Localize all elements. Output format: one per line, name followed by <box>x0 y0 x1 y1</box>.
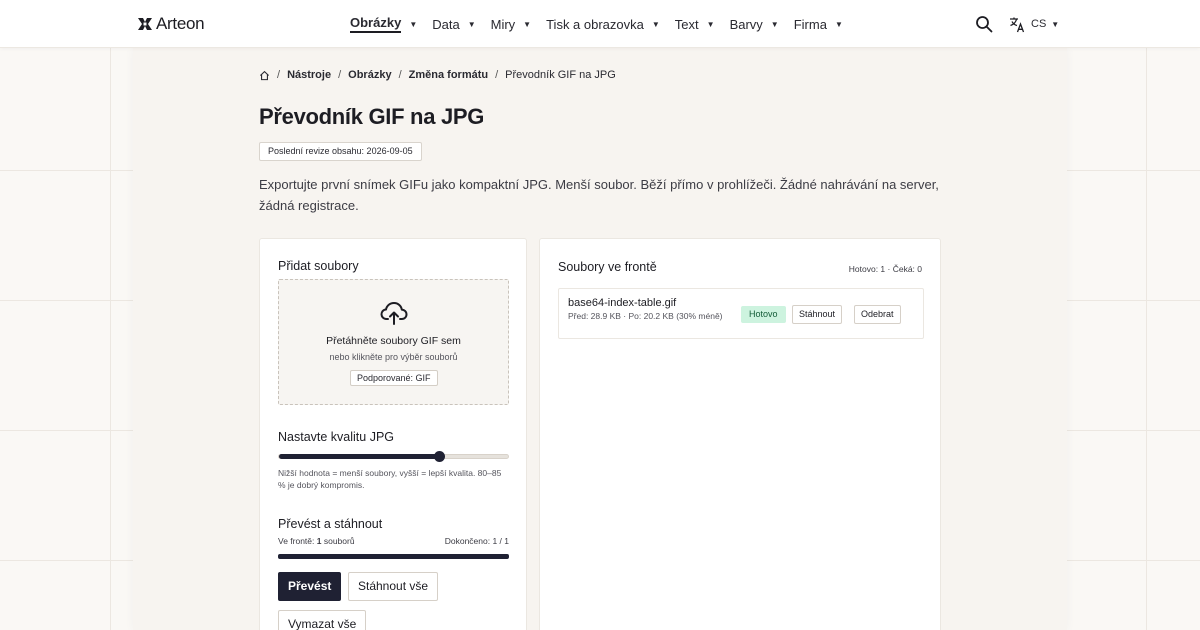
caret-down-icon: ▼ <box>409 19 418 29</box>
queue-prefix: Ve frontě: <box>278 536 317 546</box>
caret-down-icon: ▼ <box>651 19 660 29</box>
convert-button[interactable]: Převést <box>278 572 342 601</box>
breadcrumb-separator: / <box>398 69 402 81</box>
nav-label: Text <box>674 16 699 32</box>
quality-heading: Nastavte kvalitu JPG <box>278 430 395 444</box>
home-icon[interactable] <box>259 70 270 81</box>
arteon-logo-icon <box>138 18 152 30</box>
brand-logo[interactable]: Arteon <box>137 14 205 34</box>
download-all-button[interactable]: Stáhnout vše <box>348 572 439 601</box>
supported-formats-badge: Podporované: GIF <box>350 370 438 386</box>
revision-badge: Poslední revize obsahu: 2026-09-05 <box>259 142 422 161</box>
breadcrumb-link-images[interactable]: Obrázky <box>348 69 391 81</box>
page-intro: Exportujte první snímek GIFu jako kompak… <box>259 177 939 213</box>
breadcrumb-separator: / <box>277 69 281 81</box>
dropzone-sublabel: nebo klikněte pro výběr souborů <box>329 352 458 362</box>
top-header: Arteon Obrázky ▼ Data ▼ Miry ▼ Tisk a ob… <box>0 0 1200 48</box>
file-dropzone[interactable]: Přetáhněte soubory GIF sem nebo klikněte… <box>278 279 509 405</box>
caret-down-icon: ▼ <box>834 19 843 29</box>
breadcrumb-separator: / <box>495 69 499 81</box>
status-badge: Hotovo <box>741 306 786 323</box>
queue-heading: Soubory ve frontě <box>558 260 657 274</box>
main-nav: Obrázky ▼ Data ▼ Miry ▼ Tisk a obrazovka… <box>350 0 858 48</box>
nav-label: Data <box>432 16 460 32</box>
nav-item-company[interactable]: Firma ▼ <box>794 17 843 32</box>
nav-item-images[interactable]: Obrázky ▼ <box>350 15 417 33</box>
nav-label: Firma <box>793 16 827 32</box>
remove-file-button[interactable]: Odebrat <box>854 305 901 324</box>
caret-down-icon: ▼ <box>770 19 779 29</box>
page-title: Převodník GIF na JPG <box>259 104 485 129</box>
clear-all-button[interactable]: Vymazat vše <box>278 610 367 630</box>
nav-item-print-screen[interactable]: Tisk a obrazovka ▼ <box>546 17 660 32</box>
cloud-upload-icon <box>380 302 408 325</box>
queue-count-text: Ve frontě: 1 souborů <box>278 536 355 546</box>
caret-down-icon: ▼ <box>706 19 715 29</box>
language-switcher[interactable]: CS ▼ <box>1009 15 1059 33</box>
caret-down-icon: ▼ <box>523 19 532 29</box>
download-file-button[interactable]: Stáhnout <box>792 305 843 324</box>
nav-label: Tisk a obrazovka <box>546 16 644 32</box>
quality-slider-fill <box>279 454 440 459</box>
queue-status-row: Ve frontě: 1 souborů Dokončeno: 1 / 1 <box>278 536 509 546</box>
conversion-progress-bar <box>278 554 509 559</box>
nav-label: Barvy <box>729 16 763 32</box>
search-icon[interactable] <box>975 15 993 33</box>
nav-item-data[interactable]: Data ▼ <box>432 17 475 32</box>
quality-hint: Nižší hodnota = menší soubory, vyšší = l… <box>278 468 502 490</box>
breadcrumb-current: Převodník GIF na JPG <box>505 69 616 81</box>
file-size-info: Před: 28.9 KB · Po: 20.2 KB (30% méně) <box>568 311 723 321</box>
brand-name: Arteon <box>156 14 205 33</box>
add-files-heading: Přidat soubory <box>278 259 359 273</box>
breadcrumb-link-format-change[interactable]: Změna formátu <box>409 69 488 81</box>
converter-panel: Přidat soubory Přetáhněte soubory GIF se… <box>259 238 527 630</box>
breadcrumb-link-tools[interactable]: Nástroje <box>287 69 331 81</box>
translate-icon <box>1010 17 1025 32</box>
queue-suffix: souborů <box>321 536 355 546</box>
convert-heading: Převést a stáhnout <box>278 517 383 531</box>
dropzone-label: Přetáhněte soubory GIF sem <box>326 335 461 347</box>
nav-item-measures[interactable]: Miry ▼ <box>491 17 531 32</box>
file-name: base64-index-table.gif <box>568 297 677 309</box>
nav-item-colors[interactable]: Barvy ▼ <box>730 17 779 32</box>
queue-panel: Soubory ve frontě Hotovo: 1 · Čeká: 0 ba… <box>539 238 941 630</box>
quality-slider[interactable] <box>278 451 509 462</box>
quality-slider-thumb[interactable] <box>434 451 446 462</box>
main-content: / Nástroje / Obrázky / Změna formátu / P… <box>133 48 1067 630</box>
progress-fill <box>278 554 509 559</box>
nav-label: Obrázky <box>350 15 402 33</box>
breadcrumb: / Nástroje / Obrázky / Změna formátu / P… <box>259 69 616 81</box>
nav-item-text[interactable]: Text ▼ <box>675 17 715 32</box>
nav-label: Miry <box>490 16 516 32</box>
caret-down-icon: ▼ <box>1051 19 1060 29</box>
list-item: base64-index-table.gif Před: 28.9 KB · P… <box>558 288 924 339</box>
breadcrumb-separator: / <box>338 69 342 81</box>
language-code: CS <box>1031 18 1047 30</box>
caret-down-icon: ▼ <box>467 19 476 29</box>
queue-summary: Hotovo: 1 · Čeká: 0 <box>848 264 922 274</box>
completed-count: Dokončeno: 1 / 1 <box>444 536 509 546</box>
